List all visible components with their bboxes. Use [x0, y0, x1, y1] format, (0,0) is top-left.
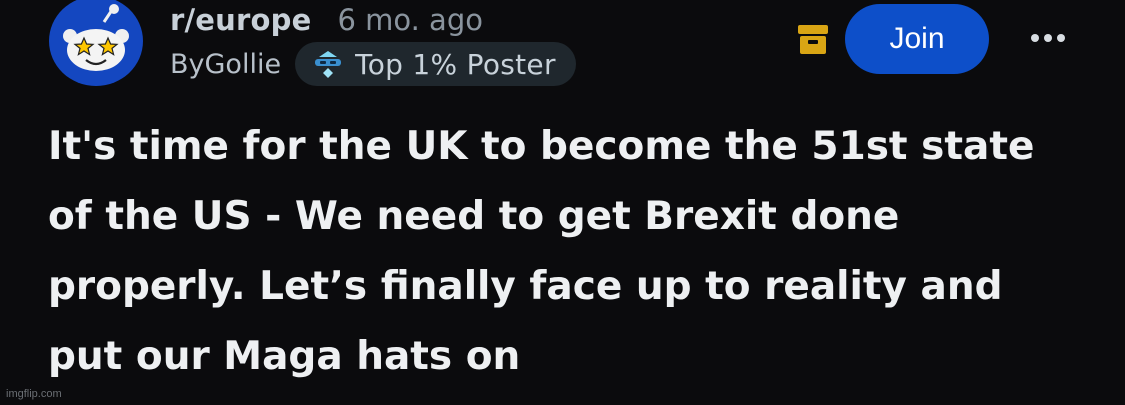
subreddit-avatar[interactable]	[48, 0, 144, 88]
more-dot	[1057, 34, 1065, 42]
more-options-icon[interactable]	[1022, 20, 1074, 56]
author-name[interactable]: ByGollie	[170, 49, 281, 80]
post-title[interactable]: It's time for the UK to become the 51st …	[48, 112, 1088, 392]
more-dot	[1031, 34, 1039, 42]
more-dot	[1044, 34, 1052, 42]
user-flair: Top 1% Poster	[295, 42, 576, 86]
author-line: ByGollie Top 1% Poster	[170, 42, 576, 86]
post-header: r/europe 6 mo. ago ByGollie Top 1% Poste…	[0, 0, 1125, 100]
top-poster-badge-icon	[315, 51, 342, 78]
post-age: 6 mo. ago	[337, 3, 483, 37]
watermark: imgflip.com	[6, 388, 62, 400]
subreddit-name[interactable]: r/europe	[170, 3, 311, 37]
subreddit-line: r/europe 6 mo. ago	[170, 0, 483, 40]
flair-label: Top 1% Poster	[355, 47, 556, 81]
archive-box-icon	[798, 25, 828, 54]
join-button[interactable]: Join	[845, 4, 989, 74]
